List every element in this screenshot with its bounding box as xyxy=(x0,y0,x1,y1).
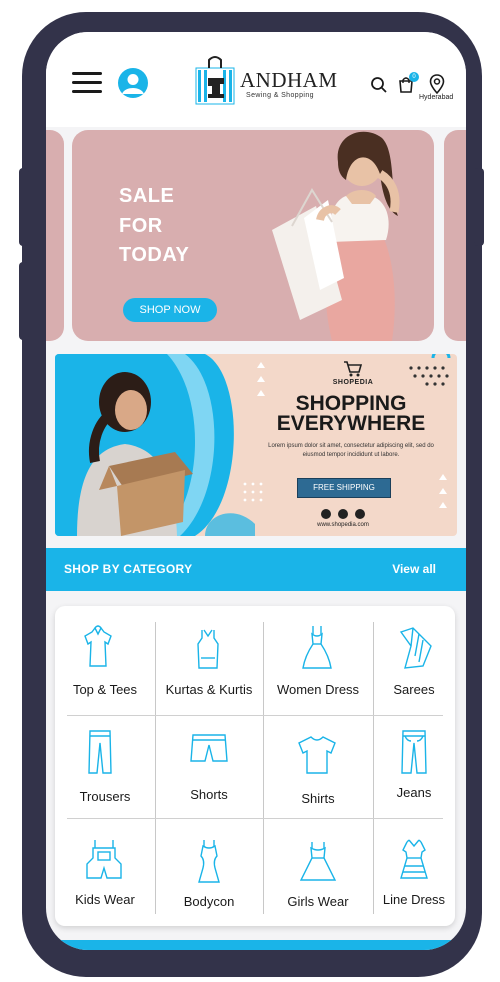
category-label: Jeans xyxy=(396,785,432,800)
promo-website-url: www.shopedia.com xyxy=(317,522,369,528)
hero-title-line-3: TODAY xyxy=(119,244,190,266)
category-tile-trousers[interactable]: Trousers xyxy=(55,715,155,818)
promo-headline-line-2: EVERYWHERE xyxy=(276,412,426,435)
cart-count-badge: 0 xyxy=(409,72,419,82)
shop-by-category-header: SHOP BY CATEGORY View all xyxy=(46,548,466,591)
category-tile-women-dress[interactable]: Women Dress xyxy=(263,606,373,715)
facebook-icon[interactable] xyxy=(338,509,348,519)
shorts-icon xyxy=(190,734,228,762)
sewing-machine-logo-icon xyxy=(195,56,235,105)
category-label: Shorts xyxy=(190,787,228,802)
shopping-cart-logo-icon xyxy=(344,361,363,377)
brand-name: ANDHAM xyxy=(240,68,338,92)
promo-banner[interactable]: SHOPEDIA SHOPPING EVERYWHERE Lorem ipsum… xyxy=(55,354,457,536)
kurta-icon xyxy=(197,629,219,669)
shop-now-button[interactable]: SHOP NOW xyxy=(123,298,217,322)
instagram-icon[interactable] xyxy=(321,509,331,519)
bodycon-icon xyxy=(198,840,220,883)
twitter-icon[interactable] xyxy=(355,509,365,519)
brand-logo[interactable]: ANDHAM Sewing & Shopping xyxy=(194,54,337,110)
category-tile-shorts[interactable]: Shorts xyxy=(155,715,263,818)
hero-title-line-1: SALE xyxy=(119,185,175,207)
category-tile-line-dress[interactable]: Line Dress xyxy=(373,818,455,926)
profile-icon[interactable] xyxy=(118,68,148,98)
dress-icon xyxy=(302,626,332,669)
category-section-title: SHOP BY CATEGORY xyxy=(64,562,193,576)
category-label: Bodycon xyxy=(183,894,235,909)
hero-title-line-2: FOR xyxy=(119,215,163,237)
category-tile-kurtas-kurtis[interactable]: Kurtas & Kurtis xyxy=(155,606,263,715)
free-shipping-button[interactable]: FREE SHIPPING xyxy=(297,478,391,498)
category-tile-girls-wear[interactable]: Girls Wear xyxy=(263,818,373,926)
location-label[interactable]: Hyderabad xyxy=(419,94,453,101)
category-tile-sarees[interactable]: Sarees xyxy=(373,606,455,715)
hero-banner[interactable]: SALE FOR TODAY SHOP NOW xyxy=(72,130,434,341)
carousel-next-slide[interactable] xyxy=(444,130,466,341)
category-label: Sarees xyxy=(393,682,435,697)
shirt-icon xyxy=(298,736,336,774)
location-pin-icon[interactable] xyxy=(429,74,445,94)
promo-body-text: Lorem ipsum dolor sit amet, consectetur … xyxy=(268,443,434,458)
volume-up-button xyxy=(19,168,29,246)
category-tile-shirts[interactable]: Shirts xyxy=(263,715,373,818)
category-label: Trousers xyxy=(79,789,131,804)
category-label: Shirts xyxy=(301,791,335,806)
promo-headline: SHOPPING EVERYWHERE xyxy=(251,392,451,435)
category-grid: Top & Tees Kurtas & Kurtis Women Dress S… xyxy=(55,606,455,926)
line-dress-icon xyxy=(400,839,428,879)
kids-wear-icon xyxy=(86,840,122,879)
brand-tagline: Sewing & Shopping xyxy=(246,92,314,99)
shopping-woman-illustration xyxy=(272,131,400,341)
volume-down-button xyxy=(19,262,29,340)
view-all-link[interactable]: View all xyxy=(392,562,436,576)
category-label: Kurtas & Kurtis xyxy=(165,682,253,697)
category-label: Women Dress xyxy=(276,682,360,697)
category-tile-bodycon[interactable]: Bodycon xyxy=(155,818,263,926)
category-tile-top-tees[interactable]: Top & Tees xyxy=(55,606,155,715)
menu-icon[interactable] xyxy=(72,72,102,94)
trousers-icon xyxy=(88,730,112,774)
category-label: Line Dress xyxy=(382,892,446,907)
category-label: Kids Wear xyxy=(75,892,135,907)
category-label: Top & Tees xyxy=(72,682,138,697)
girls-wear-icon xyxy=(299,842,337,881)
top-icon xyxy=(84,625,112,667)
app-header: ANDHAM Sewing & Shopping 0 Hyderabad xyxy=(46,32,466,127)
promo-brand: SHOPEDIA xyxy=(332,379,374,386)
bottom-accent-strip xyxy=(46,940,466,950)
category-label: Girls Wear xyxy=(287,894,349,909)
carousel-prev-slide[interactable] xyxy=(46,130,64,341)
woman-with-box-illustration xyxy=(77,372,193,536)
category-tile-kids-wear[interactable]: Kids Wear xyxy=(55,818,155,926)
promo-headline-line-1: SHOPPING xyxy=(295,392,407,415)
search-icon[interactable] xyxy=(370,76,388,94)
category-tile-jeans[interactable]: Jeans xyxy=(373,715,455,818)
saree-icon xyxy=(399,627,432,669)
jeans-icon xyxy=(401,730,427,774)
app-screen: ANDHAM Sewing & Shopping 0 Hyderabad SAL… xyxy=(46,32,466,950)
power-button xyxy=(474,168,484,246)
